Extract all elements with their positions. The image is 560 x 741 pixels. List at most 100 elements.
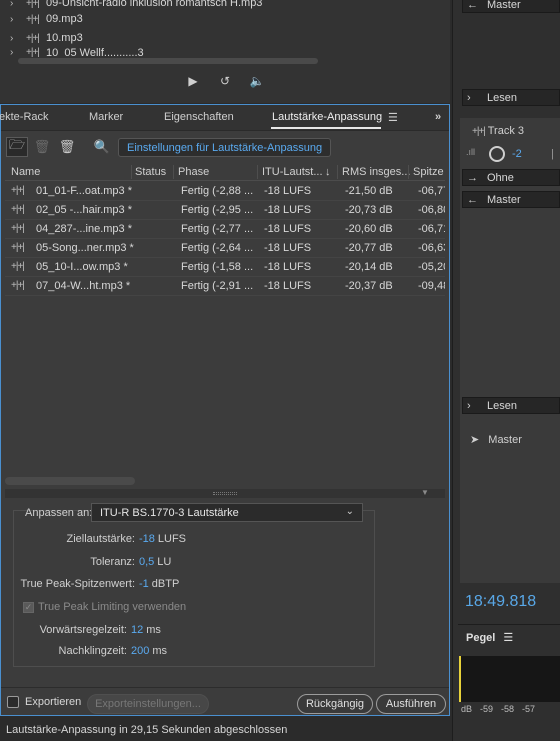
- tolerance-number[interactable]: 0,5: [139, 556, 154, 568]
- delete-icon[interactable]: 🗑: [31, 137, 53, 157]
- knob-value[interactable]: -2: [512, 148, 522, 160]
- lookahead-value[interactable]: 12 ms: [131, 624, 161, 636]
- menu-icon[interactable]: ☰: [503, 631, 513, 644]
- timecode: 18:49.818: [465, 593, 537, 610]
- horizontal-scrollbar[interactable]: [5, 477, 135, 485]
- output-label: Master: [487, 193, 521, 206]
- column-divider[interactable]: [173, 165, 174, 179]
- export-checkbox[interactable]: [7, 696, 19, 708]
- chevron-right-icon[interactable]: ›: [10, 33, 26, 44]
- waveform-icon: +|+|: [11, 242, 25, 253]
- volume-knob[interactable]: [489, 146, 505, 162]
- column-divider[interactable]: [408, 165, 409, 179]
- tab-effects-rack[interactable]: ekte-Rack: [0, 111, 49, 123]
- target-loudness-number[interactable]: -18: [139, 533, 155, 545]
- column-divider[interactable]: [131, 165, 132, 179]
- scan-icon[interactable]: 🔍: [91, 137, 113, 157]
- automation-mode-select[interactable]: › Lesen: [462, 397, 560, 414]
- column-header[interactable]: RMS insges...: [342, 166, 410, 178]
- meter-title: Pegel: [466, 631, 496, 644]
- rms-cell: -20,60 dB: [345, 223, 393, 235]
- peak-cell: -06,63: [418, 242, 445, 254]
- lookahead-unit: ms: [146, 624, 161, 636]
- table-row[interactable]: +|+| 07_04-W...ht.mp3 * Fertig (-2,91 ..…: [5, 277, 445, 296]
- waveform-icon: +|+|: [11, 261, 25, 272]
- phase-cell: Fertig (-2,77 ...: [181, 223, 254, 235]
- table-row[interactable]: +|+| 04_287-...ine.mp3 * Fertig (-2,77 .…: [5, 220, 445, 239]
- phase-cell: Fertig (-1,58 ...: [181, 261, 254, 273]
- master-bus[interactable]: ➤ Master: [470, 433, 522, 446]
- add-files-icon[interactable]: 🗁: [6, 137, 28, 157]
- release-number[interactable]: 200: [131, 645, 149, 657]
- waveform-icon: +|+|: [472, 126, 486, 137]
- list-item[interactable]: › +|+| 09.mp3: [10, 10, 83, 28]
- true-peak-value[interactable]: -1 dBTP: [139, 578, 179, 590]
- toolbar: 🗁 🗑 🗑 🔍 Einstellungen für Lautstärke-Anp…: [1, 131, 449, 163]
- automation-mode-label: Lesen: [487, 91, 517, 104]
- target-loudness-value[interactable]: -18 LUFS: [139, 533, 186, 545]
- panel-footer: Exportieren Exporteinstellungen... Rückg…: [1, 687, 449, 715]
- file-name: 02_05 -...hair.mp3 *: [36, 204, 133, 216]
- true-peak-number[interactable]: -1: [139, 578, 149, 590]
- clear-all-icon[interactable]: 🗑: [56, 137, 78, 157]
- table-row[interactable]: +|+| 05-Song...ner.mp3 * Fertig (-2,64 .…: [5, 239, 445, 258]
- undo-button[interactable]: Rückgängig: [297, 694, 373, 714]
- sort-down-icon[interactable]: ↓: [325, 166, 331, 178]
- chevron-right-icon[interactable]: ›: [10, 47, 26, 57]
- table-row[interactable]: +|+| 05_10-I...ow.mp3 * Fertig (-1,58 ..…: [5, 258, 445, 277]
- preview-transport: ▶ ↺ 🔈: [0, 66, 450, 96]
- play-icon[interactable]: ▶: [184, 72, 202, 90]
- horizontal-scrollbar[interactable]: [18, 58, 318, 64]
- tab-markers[interactable]: Marker: [89, 111, 123, 123]
- column-header[interactable]: Phase: [178, 166, 209, 178]
- lookahead-number[interactable]: 12: [131, 624, 143, 636]
- automation-mode-select[interactable]: › Lesen: [462, 89, 560, 106]
- waveform-icon: +|+|: [26, 47, 40, 57]
- overflow-icon[interactable]: »: [435, 111, 441, 123]
- list-item[interactable]: › +|+| 10_05 Wellf...........3: [10, 47, 144, 57]
- column-divider[interactable]: [337, 165, 338, 179]
- output-select[interactable]: ← Master: [462, 191, 560, 208]
- chevron-right-icon[interactable]: ›: [10, 14, 26, 25]
- table-row[interactable]: +|+| 02_05 -...hair.mp3 * Fertig (-2,95 …: [5, 201, 445, 220]
- run-button[interactable]: Ausführen: [376, 694, 446, 714]
- file-name: 05-Song...ner.mp3 *: [36, 242, 134, 254]
- lookahead-label: Vorwärtsregelzeit:: [39, 624, 127, 636]
- loudness-settings-button[interactable]: Einstellungen für Lautstärke-Anpassung: [118, 138, 332, 157]
- column-header[interactable]: ITU-Lautst...: [262, 166, 323, 178]
- input-select[interactable]: → Ohne: [462, 169, 560, 186]
- chevron-down-icon[interactable]: ▼: [421, 488, 429, 497]
- file-table: Name Status Phase ITU-Lautst... ↓ RMS in…: [5, 163, 445, 493]
- release-value[interactable]: 200 ms: [131, 645, 167, 657]
- panel-menu-icon[interactable]: ☰: [388, 111, 398, 124]
- file-name: 10.mp3: [46, 32, 83, 44]
- track-name[interactable]: +|+| Track 3: [472, 125, 524, 137]
- rms-cell: -21,50 dB: [345, 185, 393, 197]
- column-header[interactable]: Status: [135, 166, 166, 178]
- tolerance-value[interactable]: 0,5 LU: [139, 556, 171, 568]
- loop-icon[interactable]: ↺: [216, 72, 234, 90]
- list-item[interactable]: › +|+| 10.mp3: [10, 29, 83, 47]
- match-to-select[interactable]: ITU-R BS.1770-3 Lautstärke ⌄: [91, 503, 363, 522]
- chevron-down-icon: ⌄: [345, 506, 354, 517]
- table-row[interactable]: +|+| 01_01-F...oat.mp3 * Fertig (-2,88 .…: [5, 182, 445, 201]
- column-header[interactable]: Spitze: [413, 166, 444, 178]
- drag-handle-icon[interactable]: [213, 492, 237, 495]
- column-header[interactable]: Name: [11, 166, 40, 178]
- arrow-right-icon: →: [467, 171, 478, 184]
- release-label: Nachklingzeit:: [58, 645, 127, 657]
- export-settings-button[interactable]: Exporteinstellungen...: [87, 694, 209, 714]
- meter-scale: dB -59 -58 -57: [458, 704, 560, 718]
- column-divider[interactable]: [257, 165, 258, 179]
- level-meter: [459, 656, 560, 702]
- match-to-value: ITU-R BS.1770-3 Lautstärke: [100, 506, 239, 519]
- release-unit: ms: [152, 645, 168, 657]
- peak-cell: -09,48: [418, 280, 445, 292]
- true-peak-limiting-checkbox[interactable]: ✓: [23, 602, 34, 613]
- itu-cell: -18 LUFS: [264, 242, 312, 254]
- auto-play-icon[interactable]: 🔈: [248, 72, 266, 90]
- master-output-select[interactable]: ← Master: [462, 0, 560, 13]
- chevron-right-icon[interactable]: ›: [10, 0, 26, 9]
- tab-match-loudness[interactable]: Lautstärke-Anpassung: [272, 111, 382, 123]
- tab-properties[interactable]: Eigenschaften: [164, 111, 234, 123]
